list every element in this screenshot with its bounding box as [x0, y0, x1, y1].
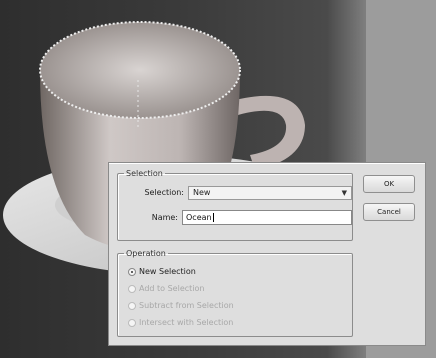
radio-label: Intersect with Selection	[139, 318, 234, 327]
selection-label: Selection:	[144, 188, 184, 197]
radio-label: Subtract from Selection	[139, 301, 234, 310]
radio-intersect-with-selection[interactable]: Intersect with Selection	[128, 317, 233, 329]
name-input-value: Ocean	[186, 213, 212, 222]
name-input[interactable]: Ocean	[182, 210, 352, 225]
operation-group-legend: Operation	[126, 249, 166, 258]
radio-icon	[128, 267, 136, 276]
selection-group: Selection Selection: New ▼ Name: Ocean	[117, 169, 353, 241]
cancel-button[interactable]: Cancel	[363, 203, 415, 221]
radio-subtract-from-selection[interactable]: Subtract from Selection	[128, 300, 234, 312]
selection-dropdown-value: New	[193, 188, 211, 197]
chevron-down-icon: ▼	[341, 189, 347, 197]
radio-add-to-selection[interactable]: Add to Selection	[128, 283, 204, 295]
radio-label: Add to Selection	[139, 284, 205, 293]
radio-label: New Selection	[139, 267, 196, 276]
name-label: Name:	[151, 213, 178, 222]
radio-icon	[128, 284, 136, 293]
selection-dropdown[interactable]: New ▼	[188, 186, 352, 200]
text-cursor	[212, 213, 214, 222]
operation-group: Operation New Selection Add to Selection…	[117, 249, 353, 337]
radio-icon	[128, 301, 136, 310]
radio-icon	[128, 318, 136, 327]
ok-button[interactable]: OK	[363, 175, 415, 193]
radio-new-selection[interactable]: New Selection	[128, 266, 196, 278]
selection-group-legend: Selection	[126, 169, 163, 178]
new-selection-dialog: Selection Selection: New ▼ Name: Ocean O…	[108, 162, 426, 346]
